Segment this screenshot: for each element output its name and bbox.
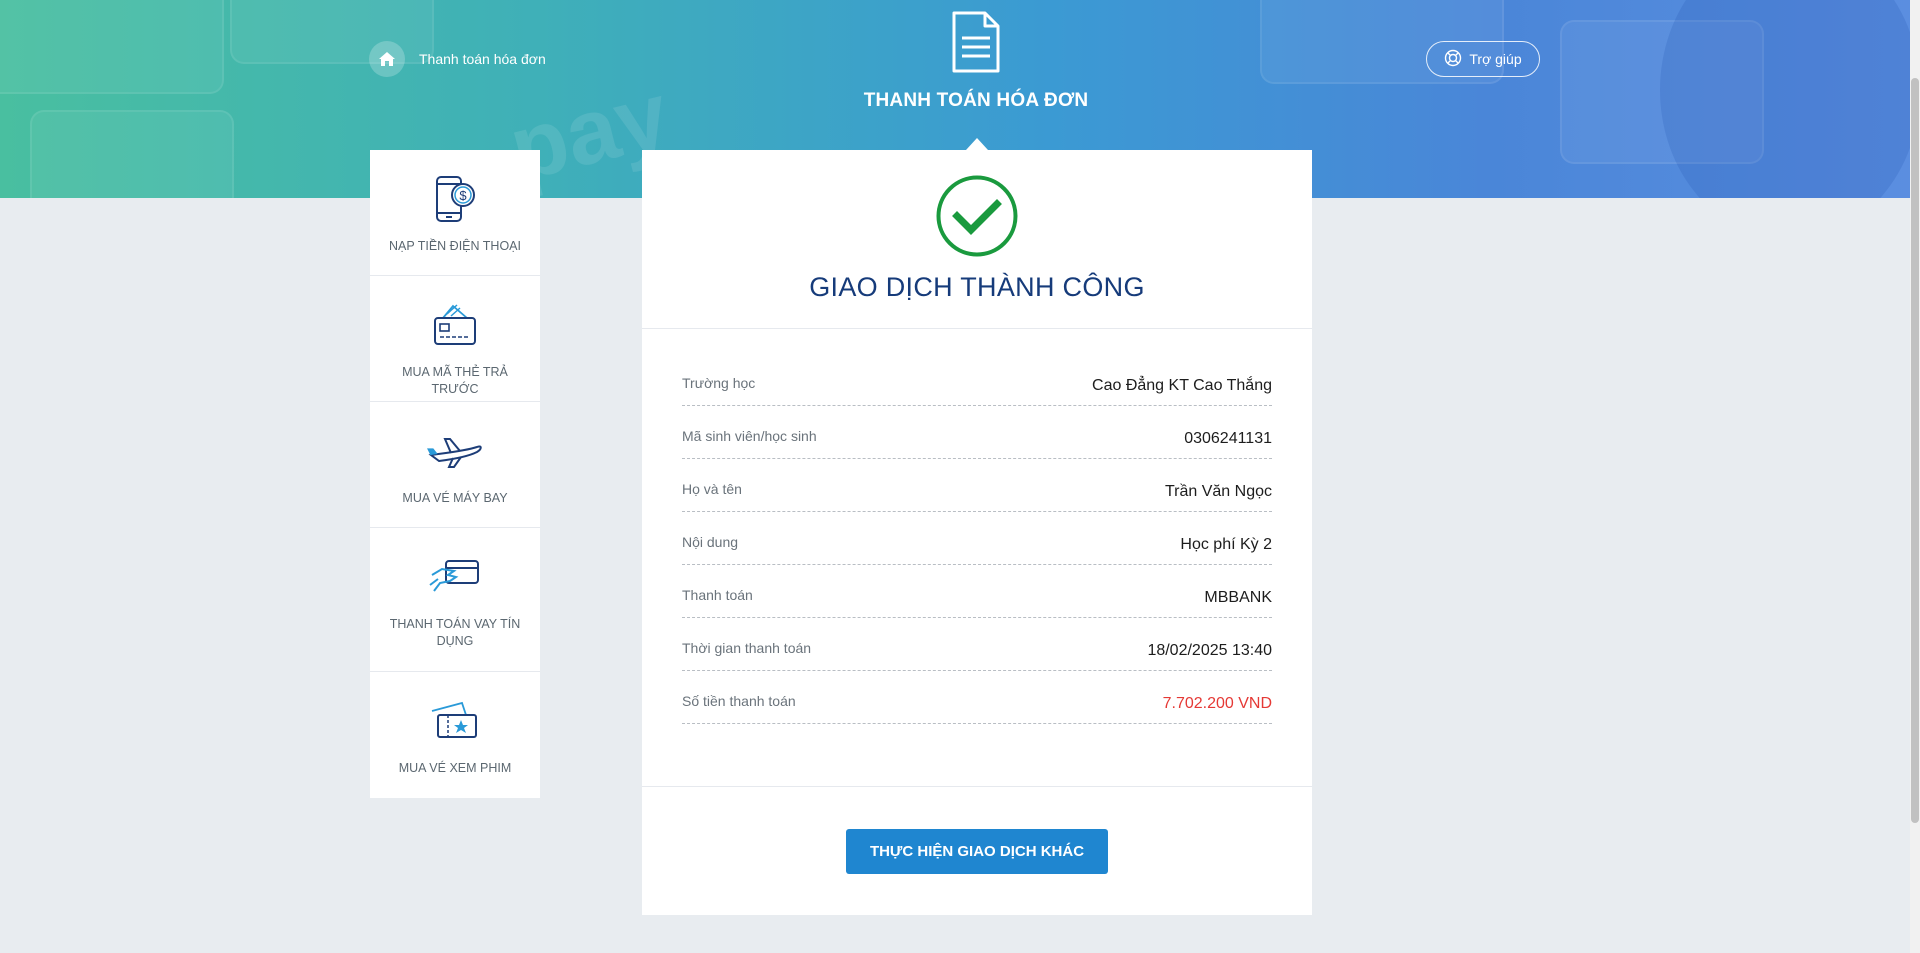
sidebar-item-label: NẠP TIỀN ĐIỆN THOẠI — [389, 239, 521, 253]
sidebar-item-phone-topup[interactable]: $ NẠP TIỀN ĐIỆN THOẠI — [370, 150, 540, 276]
help-button[interactable]: Trợ giúp — [1426, 41, 1540, 77]
keyboard-key-decoration — [0, 0, 224, 94]
sidebar-item-flight-ticket[interactable]: MUA VÉ MÁY BAY — [370, 402, 540, 528]
check-circle-icon — [935, 174, 1019, 263]
credit-card-hand-icon — [428, 552, 482, 602]
detail-value: MBBANK — [1204, 589, 1272, 606]
sidebar-item-label: THANH TOÁN VAY TÍN DỤNG — [389, 617, 521, 648]
prepaid-card-icon — [431, 300, 479, 350]
home-icon[interactable] — [369, 41, 405, 77]
detail-value: Trần Văn Ngọc — [1164, 483, 1272, 500]
scrollbar-thumb[interactable] — [1911, 78, 1919, 823]
new-transaction-button[interactable]: THỰC HIỆN GIAO DỊCH KHÁC — [846, 829, 1108, 874]
detail-row-content: Nội dung Học phí Kỳ 2 — [682, 512, 1272, 565]
detail-value: Cao Đẳng KT Cao Thắng — [1092, 377, 1272, 394]
page-title: THANH TOÁN HÓA ĐƠN — [863, 90, 1089, 111]
detail-label: Thời gian thanh toán — [682, 640, 812, 656]
help-label: Trợ giúp — [1469, 51, 1522, 67]
detail-label: Số tiền thanh toán — [682, 693, 796, 709]
transaction-details: Trường học Cao Đẳng KT Cao Thắng Mã sinh… — [682, 353, 1272, 724]
sidebar-item-label: MUA MÃ THẺ TRẢ TRƯỚC — [402, 365, 508, 396]
detail-label: Mã sinh viên/học sinh — [682, 428, 817, 444]
detail-label: Nội dung — [682, 534, 739, 550]
sidebar-item-movie-ticket[interactable]: MUA VÉ XEM PHIM — [370, 672, 540, 798]
sidebar-item-prepaid-card[interactable]: MUA MÃ THẺ TRẢ TRƯỚC — [370, 276, 540, 402]
detail-value: 0306241131 — [1184, 430, 1272, 447]
detail-row-payment-method: Thanh toán MBBANK — [682, 565, 1272, 618]
detail-label: Họ và tên — [682, 481, 742, 497]
detail-row-full-name: Họ và tên Trần Văn Ngọc — [682, 459, 1272, 512]
detail-value: 18/02/2025 13:40 — [1147, 642, 1272, 659]
breadcrumb[interactable]: Thanh toán hóa đơn — [369, 41, 546, 77]
sidebar-item-label: MUA VÉ MÁY BAY — [402, 491, 508, 505]
sidebar-item-credit-loan[interactable]: THANH TOÁN VAY TÍN DỤNG — [370, 528, 540, 672]
svg-text:$: $ — [459, 188, 467, 203]
keyboard-key-decoration — [30, 110, 234, 198]
detail-row-payment-time: Thời gian thanh toán 18/02/2025 13:40 — [682, 618, 1272, 671]
airplane-icon — [425, 426, 485, 476]
success-title: GIAO DỊCH THÀNH CÔNG — [809, 272, 1145, 302]
document-icon — [951, 10, 1001, 79]
transaction-result-card: GIAO DỊCH THÀNH CÔNG Trường học Cao Đẳng… — [642, 150, 1312, 915]
detail-row-school: Trường học Cao Đẳng KT Cao Thắng — [682, 353, 1272, 406]
amount-value: 7.702.200 VND — [1162, 695, 1272, 712]
service-sidebar: $ NẠP TIỀN ĐIỆN THOẠI MUA MÃ THẺ TRẢ TRƯ… — [370, 150, 540, 798]
detail-row-student-id: Mã sinh viên/học sinh 0306241131 — [682, 406, 1272, 459]
detail-row-amount: Số tiền thanh toán 7.702.200 VND — [682, 671, 1272, 724]
card-divider — [642, 786, 1312, 787]
breadcrumb-label[interactable]: Thanh toán hóa đơn — [419, 51, 546, 67]
lifebuoy-icon — [1444, 49, 1462, 70]
phone-dollar-icon: $ — [433, 174, 477, 224]
detail-value: Học phí Kỳ 2 — [1180, 536, 1272, 553]
movie-ticket-icon — [428, 696, 482, 746]
success-header: GIAO DỊCH THÀNH CÔNG — [642, 150, 1312, 329]
detail-label: Thanh toán — [682, 587, 753, 603]
active-pointer — [966, 138, 988, 150]
detail-label: Trường học — [682, 375, 756, 391]
sidebar-item-label: MUA VÉ XEM PHIM — [398, 761, 512, 775]
